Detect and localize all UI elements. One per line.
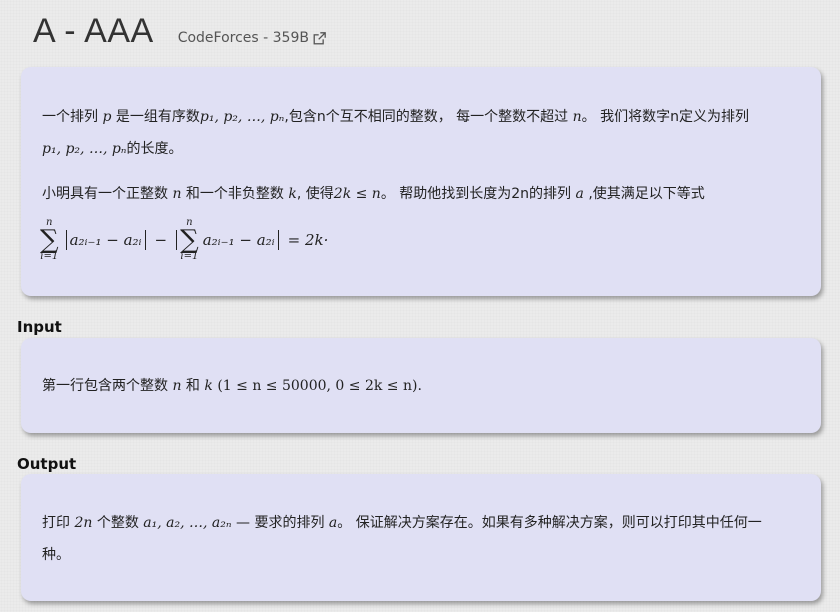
output-desc: 。 保证解决方案存在。如果有多种解决方案，则可以打印其中任何一 bbox=[337, 515, 762, 531]
minus-sign: − bbox=[154, 231, 168, 249]
var-k: k bbox=[288, 186, 297, 202]
permutation-sequence: p₁, p₂, …, pₙ bbox=[42, 141, 127, 157]
problem-title: A - AAA bbox=[33, 12, 154, 50]
input-heading: Input bbox=[17, 318, 62, 336]
sum-lower-limit: i=1 bbox=[40, 251, 59, 262]
input-constraints: (1 ≤ n ≤ 50000, 0 ≤ 2k ≤ n). bbox=[212, 378, 422, 394]
output-desc: 个整数 bbox=[92, 515, 144, 531]
statement-text: ,包含n个互不相同的整数， 每一个整数不超过 bbox=[284, 109, 573, 125]
statement-text: 一个排列 bbox=[42, 109, 103, 125]
var-2n: 2n bbox=[74, 515, 93, 531]
statement-text: ,使其满足以下等式 bbox=[583, 186, 705, 202]
abs-term: a₂ᵢ₋₁ − a₂ᵢ bbox=[202, 231, 275, 249]
input-text: 第一行包含两个整数 n 和 k (1 ≤ n ≤ 50000, 0 ≤ 2k ≤… bbox=[42, 375, 422, 395]
statement-line-3: 小明具有一个正整数 n 和一个非负整数 k, 使得2k ≤ n。 帮助他找到长度… bbox=[42, 183, 705, 203]
statement-text: 是一组有序数 bbox=[111, 109, 200, 125]
statement-text: 。 帮助他找到长度为2n的排列 bbox=[380, 186, 576, 202]
sum-symbol: n ∑ i=1 bbox=[180, 217, 199, 262]
statement-text: 和一个非负整数 bbox=[181, 186, 289, 202]
permutation-sequence: p₁, p₂, …, pₙ bbox=[199, 109, 285, 125]
problem-header: A - AAA CodeForces - 359B bbox=[33, 12, 326, 51]
var-n: n bbox=[572, 109, 582, 125]
output-heading: Output bbox=[17, 455, 77, 473]
statement-text: 。 我们将数字n定义为排列 bbox=[581, 109, 749, 125]
var-k: k bbox=[204, 378, 213, 394]
sum-symbol: n ∑ i=1 bbox=[40, 217, 59, 262]
abs-term: a₂ᵢ₋₁ − a₂ᵢ bbox=[69, 231, 142, 249]
input-desc: 第一行包含两个整数 bbox=[42, 378, 173, 394]
output-desc: 种。 bbox=[42, 547, 70, 563]
statement-line-2: p₁, p₂, …, pₙ的长度。 bbox=[42, 138, 183, 158]
inequality: 2k ≤ n bbox=[333, 186, 381, 202]
statement-text: 小明具有一个正整数 bbox=[42, 186, 173, 202]
output-sequence: a₁, a₂, …, a₂ₙ bbox=[143, 515, 232, 531]
output-line-2: 种。 bbox=[42, 544, 70, 564]
output-desc: — 要求的排列 bbox=[231, 515, 329, 531]
sum-lower-limit: i=1 bbox=[180, 251, 199, 262]
external-link-icon bbox=[313, 31, 326, 44]
statement-text: , 使得 bbox=[296, 186, 334, 202]
output-line-1: 打印 2n 个整数 a₁, a₂, …, a₂ₙ — 要求的排列 a。 保证解决… bbox=[42, 512, 762, 532]
var-a: a bbox=[575, 186, 584, 202]
input-desc: 和 bbox=[181, 378, 205, 394]
equation-rhs: = 2k· bbox=[287, 231, 329, 249]
statement-text: 的长度。 bbox=[126, 141, 183, 157]
statement-line-1: 一个排列 p 是一组有序数p₁, p₂, …, pₙ,包含n个互不相同的整数， … bbox=[42, 106, 749, 126]
output-desc: 打印 bbox=[42, 515, 75, 531]
problem-source-link[interactable]: CodeForces - 359B bbox=[178, 30, 326, 46]
equation: n ∑ i=1 a₂ᵢ₋₁ − a₂ᵢ − n ∑ i=1 a₂ᵢ₋₁ − a₂… bbox=[40, 218, 328, 262]
output-card bbox=[21, 474, 821, 601]
problem-source-label: CodeForces - 359B bbox=[177, 30, 309, 46]
